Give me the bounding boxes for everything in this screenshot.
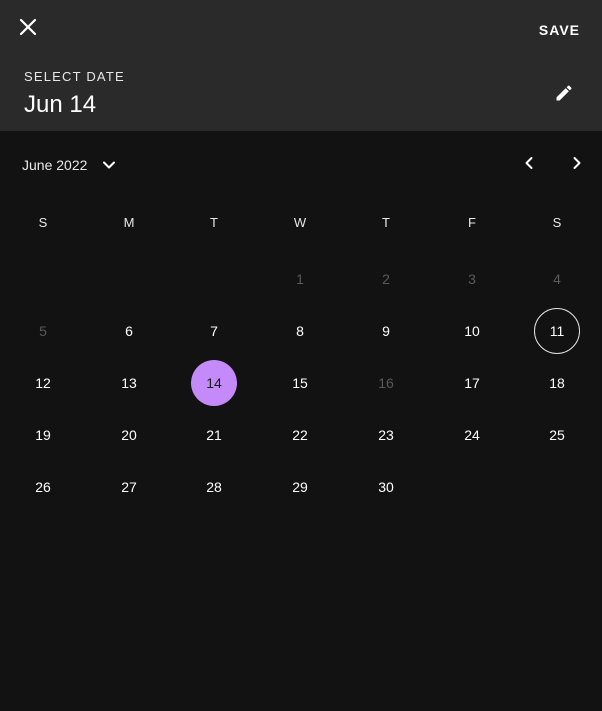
previous-month-button[interactable] [517, 153, 541, 177]
day-cell: 3 [468, 271, 476, 287]
month-year-dropdown[interactable]: June 2022 [22, 150, 117, 180]
selected-date-display: Jun 14 [24, 91, 97, 118]
pencil-icon [554, 83, 574, 108]
day-cell[interactable]: 6 [106, 308, 152, 354]
day-cell[interactable]: 7 [191, 308, 237, 354]
weekday-label: M [123, 215, 135, 230]
day-cell[interactable]: 15 [277, 360, 323, 406]
chevron-down-icon [101, 157, 117, 173]
chevron-left-icon [522, 156, 536, 175]
month-navigation: June 2022 [0, 150, 602, 180]
weekday-label: T [210, 215, 218, 230]
select-date-label: SELECT DATE [24, 69, 125, 84]
close-button[interactable] [14, 15, 42, 43]
save-button[interactable]: SAVE [539, 20, 580, 40]
day-cell-selected[interactable]: 14 [191, 360, 237, 406]
weekday-label: T [382, 215, 390, 230]
day-cell[interactable]: 27 [106, 464, 152, 510]
day-cell: 1 [296, 271, 304, 287]
day-cell: 2 [382, 271, 390, 287]
day-cell[interactable]: 22 [277, 412, 323, 458]
day-cell[interactable]: 13 [106, 360, 152, 406]
weekday-label: W [293, 215, 307, 230]
weekday-label: S [38, 215, 48, 230]
weekday-header-row: S M T W T F S [0, 212, 602, 234]
day-cell[interactable]: 9 [363, 308, 409, 354]
day-cell: 4 [553, 271, 561, 287]
edit-date-button[interactable] [552, 83, 576, 107]
day-cell[interactable]: 25 [534, 412, 580, 458]
chevron-right-icon [570, 156, 584, 175]
day-cell: 5 [39, 323, 47, 339]
month-year-label: June 2022 [22, 157, 88, 173]
day-cell[interactable]: 18 [534, 360, 580, 406]
day-cell[interactable]: 23 [363, 412, 409, 458]
date-picker-dialog: SAVE SELECT DATE Jun 14 June 2022 S M T … [0, 0, 602, 711]
day-cell[interactable]: 30 [363, 464, 409, 510]
day-cell[interactable]: 29 [277, 464, 323, 510]
day-cell[interactable]: 8 [277, 308, 323, 354]
day-cell: 16 [378, 375, 394, 391]
day-cell[interactable]: 17 [449, 360, 495, 406]
next-month-button[interactable] [565, 153, 589, 177]
day-cell[interactable]: 28 [191, 464, 237, 510]
day-cell[interactable]: 26 [20, 464, 66, 510]
date-picker-header: SAVE SELECT DATE Jun 14 [0, 0, 602, 131]
day-cell[interactable]: 20 [106, 412, 152, 458]
day-cell[interactable]: 12 [20, 360, 66, 406]
day-cell-today[interactable]: 11 [534, 308, 580, 354]
close-icon [19, 18, 37, 41]
weekday-label: S [552, 215, 562, 230]
day-cell[interactable]: 19 [20, 412, 66, 458]
day-cell[interactable]: 21 [191, 412, 237, 458]
day-cell[interactable]: 10 [449, 308, 495, 354]
weekday-label: F [468, 215, 476, 230]
day-cell[interactable]: 24 [449, 412, 495, 458]
